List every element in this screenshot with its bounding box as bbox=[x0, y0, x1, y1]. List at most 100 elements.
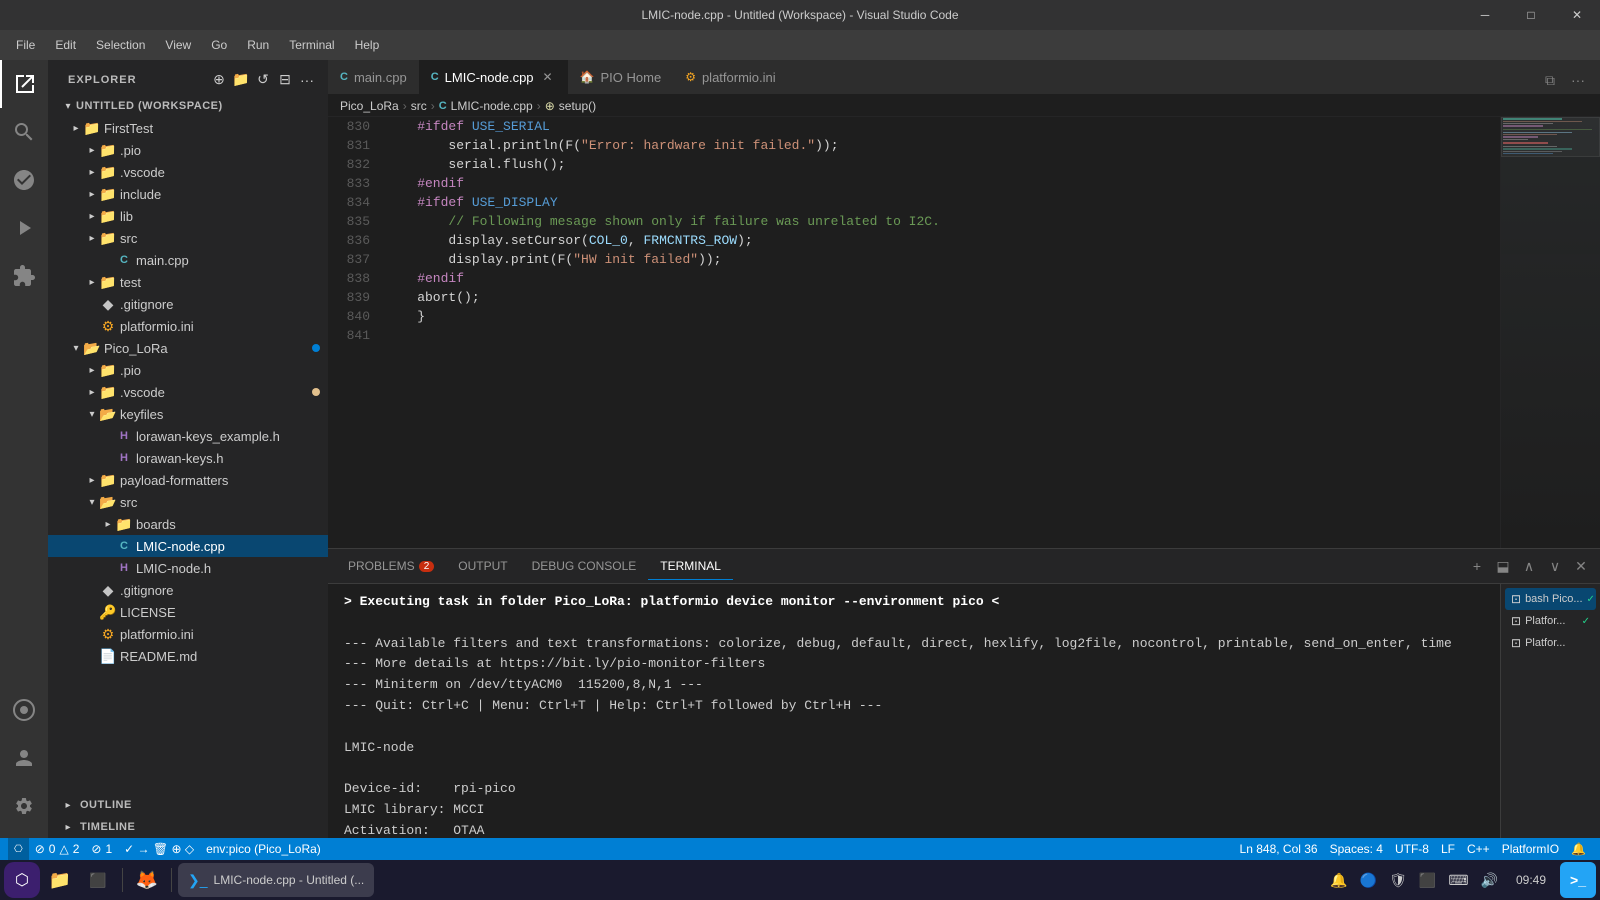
outline-section[interactable]: ▸ OUTLINE bbox=[48, 794, 328, 816]
vscode-folder-first[interactable]: ▸ 📁 .vscode bbox=[48, 161, 328, 183]
terminal-content[interactable]: > Executing task in folder Pico_LoRa: pl… bbox=[328, 584, 1500, 838]
run-debug-activity-icon[interactable] bbox=[0, 204, 48, 252]
collapse-button[interactable]: ⊟ bbox=[276, 71, 294, 89]
readme-file[interactable]: 📄 README.md bbox=[48, 645, 328, 667]
search-activity-icon[interactable] bbox=[0, 108, 48, 156]
close-button[interactable]: ✕ bbox=[1554, 0, 1600, 30]
timeline-section[interactable]: ▸ TIMELINE bbox=[48, 816, 328, 838]
status-env[interactable]: env:pico (Pico_LoRa) bbox=[200, 838, 327, 860]
new-folder-button[interactable]: 📁 bbox=[232, 71, 250, 89]
code-text[interactable]: #ifdef USE_SERIAL serial.println(F("Erro… bbox=[378, 117, 1500, 548]
new-terminal-button[interactable]: + bbox=[1466, 555, 1488, 577]
status-spaces[interactable]: Spaces: 4 bbox=[1324, 838, 1389, 860]
taskbar-vscode-task[interactable]: ❯_ LMIC-node.cpp - Untitled (... bbox=[178, 863, 374, 897]
platformio-pico-file[interactable]: ⚙ platformio.ini bbox=[48, 623, 328, 645]
menu-terminal[interactable]: Terminal bbox=[281, 34, 342, 56]
breadcrumb-pico-lora[interactable]: Pico_LoRa bbox=[340, 99, 399, 113]
minimize-button[interactable]: ─ bbox=[1462, 0, 1508, 30]
src-folder-pico[interactable]: ▾ 📂 src bbox=[48, 491, 328, 513]
lmic-node-cpp-file[interactable]: C LMIC-node.cpp bbox=[48, 535, 328, 557]
test-folder[interactable]: ▸ 📁 test bbox=[48, 271, 328, 293]
tray-bluetooth-icon[interactable]: 🔵 bbox=[1356, 868, 1381, 893]
more-actions-button[interactable]: ··· bbox=[298, 71, 316, 89]
maximize-panel-button[interactable]: ∨ bbox=[1544, 555, 1566, 577]
tray-bell-icon[interactable]: 🔔 bbox=[1326, 868, 1351, 893]
remote-activity-icon[interactable] bbox=[0, 686, 48, 734]
license-file[interactable]: 🔑 LICENSE bbox=[48, 601, 328, 623]
split-editor-button[interactable]: ⧉ bbox=[1536, 66, 1564, 94]
terminal-entry-platf2[interactable]: ⊡ Platfor... bbox=[1505, 632, 1596, 654]
status-platformio[interactable]: PlatformIO bbox=[1496, 838, 1565, 860]
output-tab[interactable]: OUTPUT bbox=[446, 553, 519, 579]
menu-run[interactable]: Run bbox=[239, 34, 277, 56]
tab-lmic-close[interactable]: ✕ bbox=[540, 69, 556, 85]
menu-view[interactable]: View bbox=[157, 34, 199, 56]
breadcrumb-function[interactable]: setup() bbox=[559, 99, 596, 113]
refresh-button[interactable]: ↺ bbox=[254, 71, 272, 89]
settings-activity-icon[interactable] bbox=[0, 782, 48, 830]
tray-window-icon[interactable]: ⬛ bbox=[1415, 868, 1440, 893]
menu-selection[interactable]: Selection bbox=[88, 34, 153, 56]
gitignore-pico-file[interactable]: ◆ .gitignore bbox=[48, 579, 328, 601]
explorer-activity-icon[interactable] bbox=[0, 60, 48, 108]
split-terminal-button[interactable]: ⬓ bbox=[1492, 555, 1514, 577]
taskbar-app-icon[interactable]: ⬡ bbox=[4, 862, 40, 898]
menu-edit[interactable]: Edit bbox=[47, 34, 84, 56]
vscode-folder-pico[interactable]: ▸ 📁 .vscode bbox=[48, 381, 328, 403]
extensions-activity-icon[interactable] bbox=[0, 252, 48, 300]
menu-file[interactable]: File bbox=[8, 34, 43, 56]
tab-maincpp[interactable]: C main.cpp bbox=[328, 60, 419, 94]
menu-help[interactable]: Help bbox=[347, 34, 388, 56]
status-remote[interactable]: ⎔ bbox=[8, 838, 29, 860]
tray-kb-icon[interactable]: ⌨ bbox=[1444, 868, 1472, 893]
lib-folder[interactable]: ▸ 📁 lib bbox=[48, 205, 328, 227]
src-folder-first[interactable]: ▸ 📁 src bbox=[48, 227, 328, 249]
tab-lmic-node-cpp[interactable]: C LMIC-node.cpp ✕ bbox=[419, 60, 568, 94]
status-encoding[interactable]: UTF-8 bbox=[1389, 838, 1435, 860]
taskbar-files-icon[interactable]: 📁 bbox=[42, 862, 78, 898]
pio-folder-pico[interactable]: ▸ 📁 .pio bbox=[48, 359, 328, 381]
more-tab-actions-button[interactable]: ··· bbox=[1564, 66, 1592, 94]
debug-console-tab[interactable]: DEBUG CONSOLE bbox=[520, 553, 649, 579]
status-sync[interactable]: ⊘ 1 bbox=[85, 838, 118, 860]
maximize-button[interactable]: □ bbox=[1508, 0, 1554, 30]
taskbar-vscode-bottom-icon[interactable]: >_ bbox=[1560, 862, 1596, 898]
payload-formatters-folder[interactable]: ▸ 📁 payload-formatters bbox=[48, 469, 328, 491]
gitignore-first-file[interactable]: ◆ .gitignore bbox=[48, 293, 328, 315]
menu-go[interactable]: Go bbox=[203, 34, 235, 56]
tab-platformio-ini[interactable]: ⚙ platformio.ini bbox=[673, 60, 787, 94]
close-panel-button[interactable]: ✕ bbox=[1570, 555, 1592, 577]
terminal-entry-platf1[interactable]: ⊡ Platfor... ✓ bbox=[1505, 610, 1596, 632]
status-actions[interactable]: ✓ → 🗑 ⊕ ◇ bbox=[118, 838, 200, 860]
collapse-panel-button[interactable]: ∧ bbox=[1518, 555, 1540, 577]
account-activity-icon[interactable] bbox=[0, 734, 48, 782]
new-file-button[interactable]: ⊕ bbox=[210, 71, 228, 89]
status-eol[interactable]: LF bbox=[1435, 838, 1461, 860]
taskbar-firefox-icon[interactable]: 🦊 bbox=[129, 862, 165, 898]
source-control-activity-icon[interactable] bbox=[0, 156, 48, 204]
boards-folder[interactable]: ▸ 📁 boards bbox=[48, 513, 328, 535]
status-notifications[interactable]: 🔔 bbox=[1565, 838, 1592, 860]
lorawan-keys-example-file[interactable]: H lorawan-keys_example.h bbox=[48, 425, 328, 447]
maincpp-file[interactable]: C main.cpp bbox=[48, 249, 328, 271]
status-language[interactable]: C++ bbox=[1461, 838, 1496, 860]
terminal-tab[interactable]: TERMINAL bbox=[648, 553, 733, 580]
pio-folder-first[interactable]: ▸ 📁 .pio bbox=[48, 139, 328, 161]
terminal-entry-bash[interactable]: ⊡ bash Pico... ✓ bbox=[1505, 588, 1596, 610]
lorawan-keys-file[interactable]: H lorawan-keys.h bbox=[48, 447, 328, 469]
include-folder[interactable]: ▸ 📁 include bbox=[48, 183, 328, 205]
lmic-node-h-file[interactable]: H LMIC-node.h bbox=[48, 557, 328, 579]
taskbar-terminal-icon[interactable]: ⬛ bbox=[80, 862, 116, 898]
tab-pio-home[interactable]: 🏠 PIO Home bbox=[568, 60, 674, 94]
problems-tab[interactable]: PROBLEMS 2 bbox=[336, 553, 446, 579]
tray-security-icon[interactable]: 🛡 bbox=[1385, 868, 1411, 893]
pico-lora-folder[interactable]: ▾ 📂 Pico_LoRa bbox=[48, 337, 328, 359]
breadcrumb-file[interactable]: LMIC-node.cpp bbox=[451, 99, 533, 113]
status-position[interactable]: Ln 848, Col 36 bbox=[1234, 838, 1324, 860]
platformio-first-file[interactable]: ⚙ platformio.ini bbox=[48, 315, 328, 337]
status-errors[interactable]: ⊘ 0 △ 2 bbox=[29, 838, 86, 860]
tray-volume-icon[interactable]: 🔊 bbox=[1477, 868, 1502, 893]
keyfiles-folder[interactable]: ▾ 📂 keyfiles bbox=[48, 403, 328, 425]
firsttest-folder[interactable]: ▸ 📁 FirstTest bbox=[48, 117, 328, 139]
workspace-root[interactable]: ▾ UNTITLED (WORKSPACE) bbox=[48, 95, 328, 117]
